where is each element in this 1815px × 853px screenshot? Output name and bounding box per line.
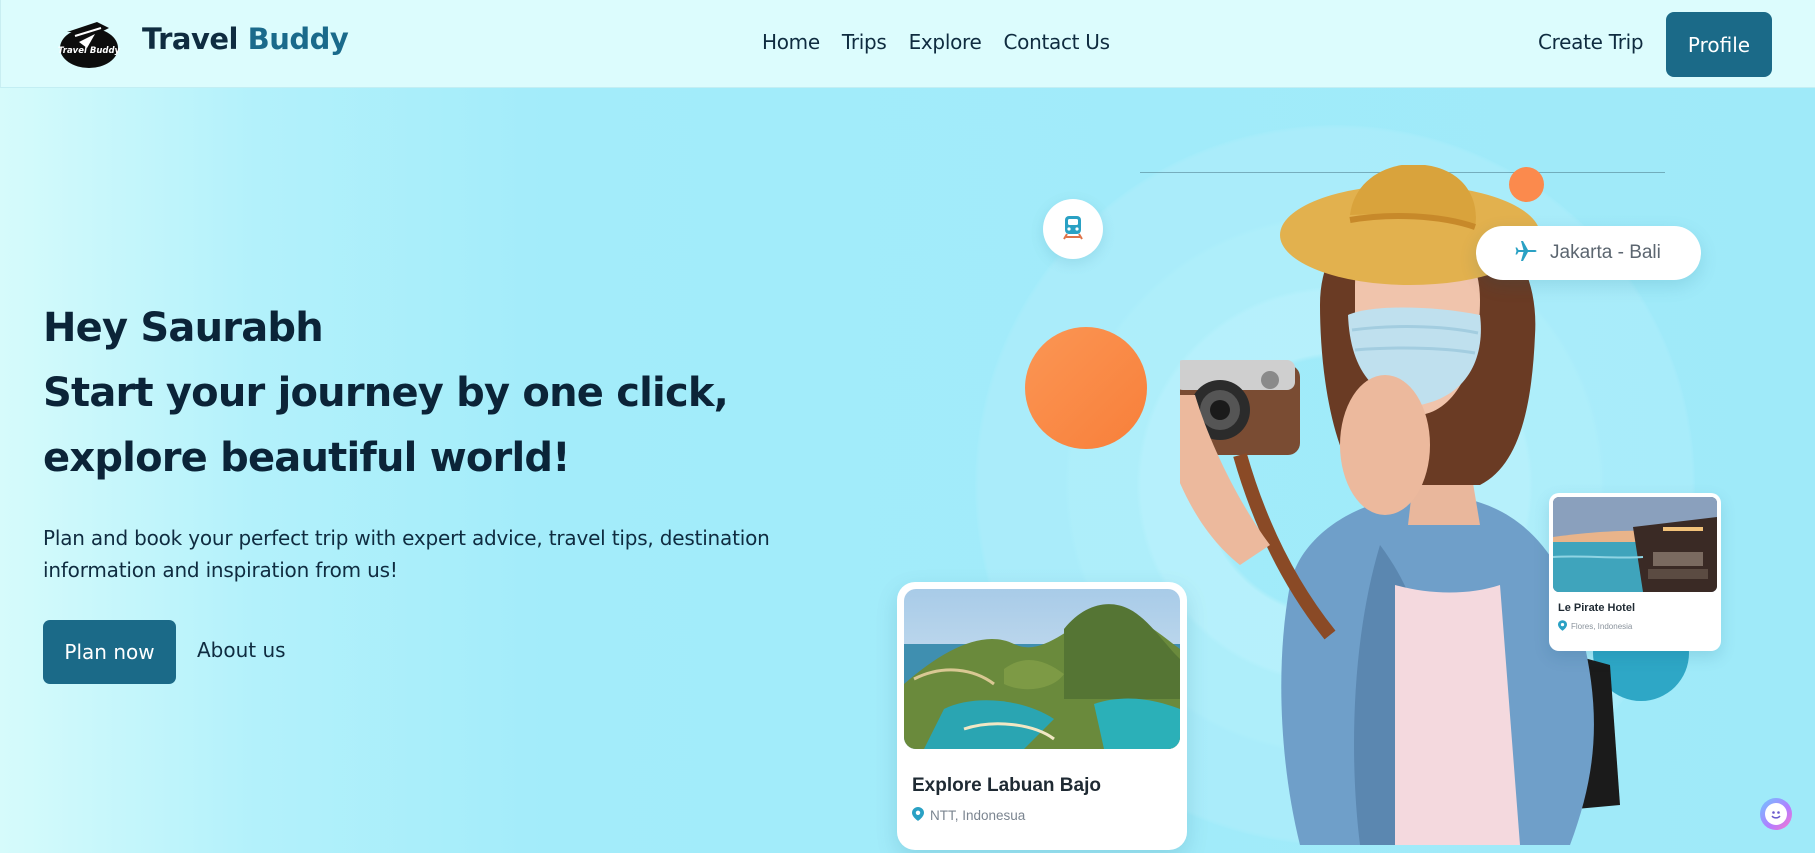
hero-heading: Hey Saurabh Start your journey by one cl… [43,296,803,491]
airplane-icon [1514,239,1538,267]
profile-button[interactable]: Profile [1666,12,1772,77]
hero-description: Plan and book your perfect trip with exp… [43,526,770,582]
brand-name[interactable]: Travel Buddy [142,22,349,56]
orange-circle-decoration [1025,327,1147,449]
logo-text: Travel Buddy [58,46,121,56]
labuan-bajo-photo [904,589,1180,749]
chat-assistant-icon [1765,803,1787,825]
about-us-link[interactable]: About us [197,638,286,662]
card-title: Le Pirate Hotel [1558,602,1636,614]
navbar: Travel Buddy Travel Buddy Home Trips Exp… [0,0,1815,88]
travel-buddy-logo[interactable]: Travel Buddy [57,18,121,70]
hero-title-line-2: explore beautiful world! [43,435,570,481]
nav-links: Home Trips Explore Contact Us [762,30,1110,54]
card-location: NTT, Indonesua [912,807,1025,824]
nav-link-contact-us[interactable]: Contact Us [1004,30,1111,54]
le-pirate-hotel-photo [1553,497,1717,592]
card-title: Explore Labuan Bajo [912,775,1101,796]
card-location: Flores, Indonesia [1558,620,1632,633]
map-pin-icon [912,807,924,824]
brand-name-second: Buddy [247,22,349,56]
map-pin-icon [1558,620,1567,633]
train-bubble[interactable] [1043,199,1103,259]
create-trip-link[interactable]: Create Trip [1538,30,1644,54]
card-location-text: Flores, Indonesia [1571,622,1633,631]
hero-title-line-1: Start your journey by one click, [43,370,729,416]
route-label: Jakarta - Bali [1550,242,1661,263]
destination-card-labuan-bajo[interactable]: Explore Labuan Bajo NTT, Indonesua [897,582,1187,850]
nav-link-explore[interactable]: Explore [909,30,982,54]
nav-link-home[interactable]: Home [762,30,820,54]
route-pill[interactable]: Jakarta - Bali [1476,226,1701,280]
brand-name-first: Travel [142,22,238,56]
hero-greeting: Hey Saurabh [43,305,324,351]
card-location-text: NTT, Indonesua [930,808,1026,823]
train-icon [1059,213,1087,245]
hotel-card-le-pirate[interactable]: Le Pirate Hotel Flores, Indonesia [1549,493,1721,651]
chat-assistant-button[interactable] [1760,798,1792,830]
nav-link-trips[interactable]: Trips [842,30,887,54]
plan-now-button[interactable]: Plan now [43,620,176,684]
